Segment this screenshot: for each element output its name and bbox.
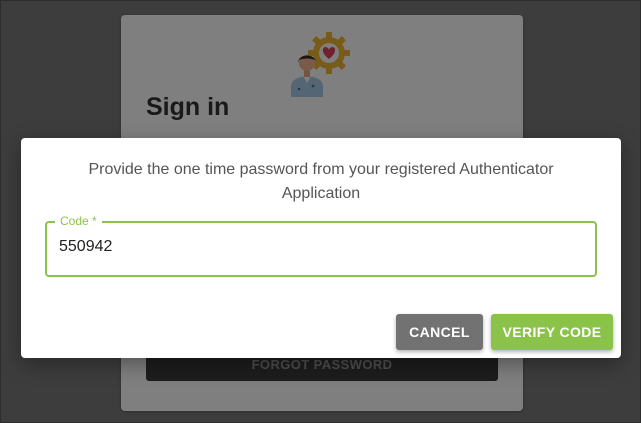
- dialog-message: Provide the one time password from your …: [88, 161, 554, 202]
- cancel-button[interactable]: CANCEL: [396, 314, 483, 350]
- verify-code-button[interactable]: VERIFY CODE: [491, 314, 613, 350]
- code-field[interactable]: Code *: [45, 214, 597, 277]
- code-input[interactable]: [59, 238, 579, 256]
- otp-dialog: Provide the one time password from your …: [21, 138, 621, 358]
- code-field-label: Code *: [55, 214, 102, 228]
